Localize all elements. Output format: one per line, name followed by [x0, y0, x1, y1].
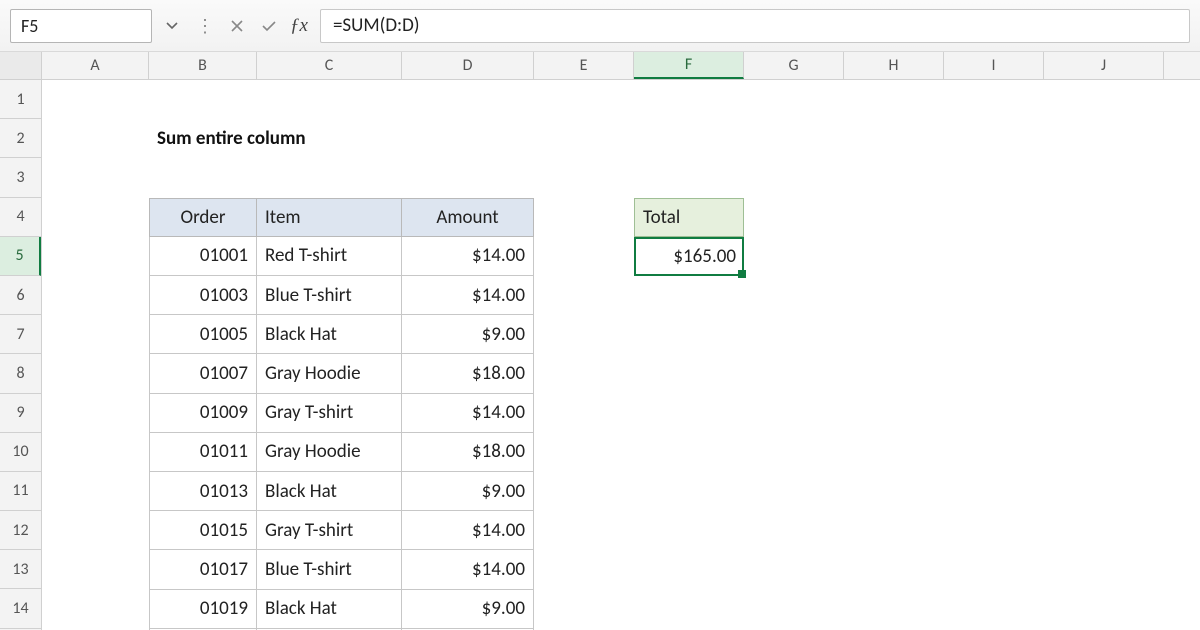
column-header-h[interactable]: H [844, 52, 944, 79]
cell-b7[interactable]: 01005 [149, 315, 257, 354]
column-header-b[interactable]: B [149, 52, 257, 79]
cell-c14[interactable]: Black Hat [257, 590, 402, 629]
cell-b10[interactable]: 01011 [149, 433, 257, 472]
row-header-3[interactable]: 3 [0, 158, 41, 197]
row-header-12[interactable]: 12 [0, 511, 41, 550]
check-icon [261, 19, 277, 33]
cell-b6[interactable]: 01003 [149, 276, 257, 315]
row-header-8[interactable]: 8 [0, 354, 41, 393]
cell-c5[interactable]: Red T-shirt [257, 237, 402, 276]
column-header-j[interactable]: J [1044, 52, 1164, 79]
cell-c13[interactable]: Blue T-shirt [257, 550, 402, 589]
accept-formula-button[interactable] [256, 13, 282, 39]
row-header-9[interactable]: 9 [0, 394, 41, 433]
cell-b2-title[interactable]: Sum entire column [149, 119, 549, 158]
row-header-11[interactable]: 11 [0, 472, 41, 511]
cell-c6[interactable]: Blue T-shirt [257, 276, 402, 315]
x-icon [230, 19, 244, 33]
cell-d11[interactable]: $9.00 [402, 472, 534, 511]
row-header-14[interactable]: 14 [0, 589, 41, 628]
cell-b9[interactable]: 01009 [149, 394, 257, 433]
column-header-d[interactable]: D [402, 52, 534, 79]
cell-c4-header-item[interactable]: Item [257, 198, 402, 237]
row-headers: 1 2 3 4 5 6 7 8 9 10 11 12 13 14 15 [0, 80, 42, 630]
name-box[interactable]: F5 [10, 9, 152, 43]
cell-d5[interactable]: $14.00 [402, 237, 534, 276]
cell-d6[interactable]: $14.00 [402, 276, 534, 315]
cell-f5-total-value[interactable]: $165.00 [634, 237, 744, 276]
cell-d4-header-amount[interactable]: Amount [402, 198, 534, 237]
formula-input[interactable]: =SUM(D:D) [320, 9, 1190, 43]
column-headers: A B C D E F G H I J [0, 52, 1200, 80]
row-header-7[interactable]: 7 [0, 315, 41, 354]
spreadsheet-grid[interactable]: A B C D E F G H I J 1 2 3 4 5 6 7 8 9 10 [0, 52, 1200, 630]
cell-d12[interactable]: $14.00 [402, 511, 534, 550]
cell-d13[interactable]: $14.00 [402, 550, 534, 589]
cell-d9[interactable]: $14.00 [402, 394, 534, 433]
cell-c11[interactable]: Black Hat [257, 472, 402, 511]
chevron-down-icon [166, 20, 178, 32]
select-all-corner[interactable] [0, 52, 42, 79]
cell-d7[interactable]: $9.00 [402, 315, 534, 354]
cell-area[interactable]: Sum entire column Order Item Amount Tota… [42, 80, 1200, 630]
cell-d10[interactable]: $18.00 [402, 433, 534, 472]
cell-d8[interactable]: $18.00 [402, 354, 534, 393]
cell-b13[interactable]: 01017 [149, 550, 257, 589]
cell-b14[interactable]: 01019 [149, 590, 257, 629]
name-box-dropdown[interactable] [158, 9, 186, 43]
cell-c10[interactable]: Gray Hoodie [257, 433, 402, 472]
cell-b11[interactable]: 01013 [149, 472, 257, 511]
cell-f4-total-label[interactable]: Total [634, 198, 744, 237]
separator: ⋮ [192, 15, 218, 37]
cell-c7[interactable]: Black Hat [257, 315, 402, 354]
column-header-g[interactable]: G [744, 52, 844, 79]
cell-b4-header-order[interactable]: Order [149, 198, 257, 237]
cell-b8[interactable]: 01007 [149, 354, 257, 393]
row-header-1[interactable]: 1 [0, 80, 41, 119]
cell-c12[interactable]: Gray T-shirt [257, 511, 402, 550]
column-header-i[interactable]: I [944, 52, 1044, 79]
row-header-10[interactable]: 10 [0, 433, 41, 472]
cancel-formula-button[interactable] [224, 13, 250, 39]
cell-d14[interactable]: $9.00 [402, 590, 534, 629]
column-header-a[interactable]: A [42, 52, 149, 79]
formula-bar: F5 ⋮ ƒx =SUM(D:D) [0, 0, 1200, 52]
row-header-5[interactable]: 5 [0, 237, 41, 276]
cell-b12[interactable]: 01015 [149, 511, 257, 550]
cell-b5[interactable]: 01001 [149, 237, 257, 276]
column-header-e[interactable]: E [534, 52, 634, 79]
cell-c8[interactable]: Gray Hoodie [257, 354, 402, 393]
row-header-13[interactable]: 13 [0, 550, 41, 589]
row-header-2[interactable]: 2 [0, 119, 41, 158]
fx-icon[interactable]: ƒx [288, 15, 314, 37]
spreadsheet-window: F5 ⋮ ƒx =SUM(D:D) A B C D E F G H I J [0, 0, 1200, 630]
cell-c9[interactable]: Gray T-shirt [257, 394, 402, 433]
column-header-c[interactable]: C [257, 52, 402, 79]
row-header-4[interactable]: 4 [0, 198, 41, 237]
row-header-6[interactable]: 6 [0, 276, 41, 315]
column-header-f[interactable]: F [634, 52, 744, 79]
